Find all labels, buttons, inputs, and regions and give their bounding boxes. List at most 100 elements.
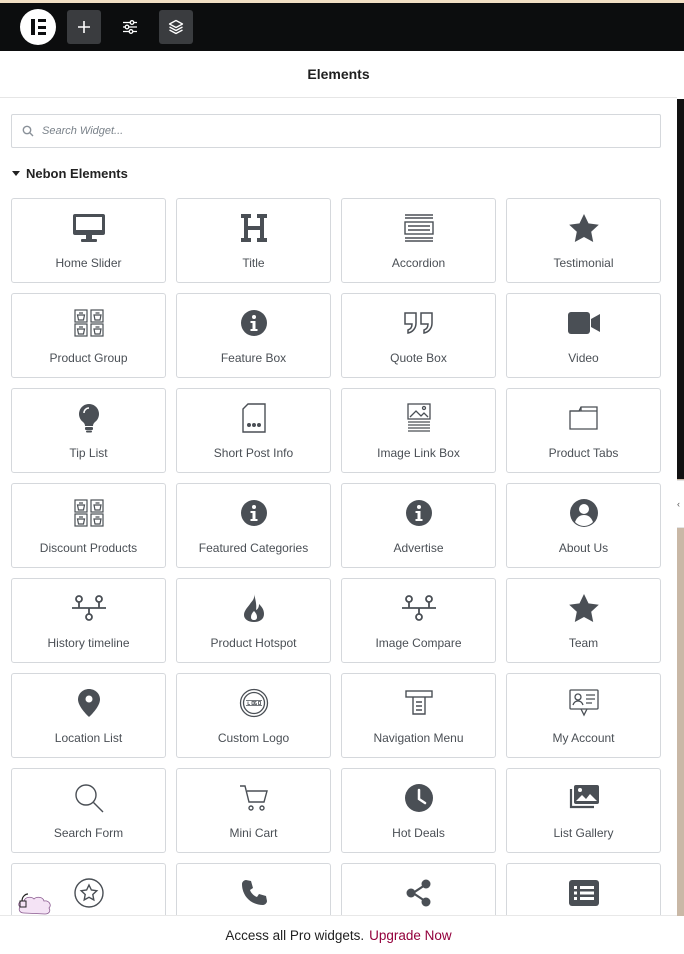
site-settings-button[interactable] — [113, 10, 147, 44]
widget-tile-custom-logo[interactable]: Custom Logo — [176, 673, 331, 758]
category-header-nebon[interactable]: Nebon Elements — [12, 166, 128, 181]
account-card-icon — [568, 689, 599, 717]
sliders-icon — [123, 20, 137, 34]
widget-label: Feature Box — [220, 351, 287, 365]
widget-label: List Gallery — [553, 826, 614, 840]
fire-icon — [243, 594, 264, 622]
widget-tile-advertise[interactable]: Advertise — [341, 483, 496, 568]
magnifier-icon — [74, 784, 103, 813]
products-icon — [73, 309, 104, 337]
widget-label: Discount Products — [39, 541, 138, 555]
elements-panel: Elements Nebon Elements Home Slider Titl… — [0, 51, 677, 954]
structure-button[interactable] — [159, 10, 193, 44]
widget-label: Hot Deals — [392, 826, 445, 840]
widget-label: Navigation Menu — [373, 731, 464, 745]
widget-tile-quote-box[interactable]: Quote Box — [341, 293, 496, 378]
accordion-icon — [403, 214, 434, 242]
star-icon — [568, 594, 599, 622]
widget-tile-history-timeline[interactable]: History timeline — [11, 578, 166, 663]
panel-title: Elements — [0, 51, 677, 98]
search-input[interactable] — [42, 125, 642, 137]
widget-tile-feature-box[interactable]: Feature Box — [176, 293, 331, 378]
widget-tile-navigation-menu[interactable]: Navigation Menu — [341, 673, 496, 758]
widget-tile-discount-products[interactable]: Discount Products — [11, 483, 166, 568]
widget-tile-image-link-box[interactable]: Image Link Box — [341, 388, 496, 473]
widget-tile-product-tabs[interactable]: Product Tabs — [506, 388, 661, 473]
widget-tile-product-hotspot[interactable]: Product Hotspot — [176, 578, 331, 663]
widget-tile-product-group[interactable]: Product Group — [11, 293, 166, 378]
image-box-icon — [406, 403, 431, 432]
timeline-icon — [401, 595, 436, 621]
widget-tile-accordion[interactable]: Accordion — [341, 198, 496, 283]
plus-icon — [78, 21, 90, 33]
widget-tile-my-account[interactable]: My Account — [506, 673, 661, 758]
widget-label: Product Tabs — [548, 446, 619, 460]
gallery-icon — [569, 785, 599, 809]
nav-menu-icon — [404, 690, 433, 715]
chevron-left-icon: ‹ — [677, 499, 680, 509]
widget-label: Featured Categories — [198, 541, 309, 555]
widget-label: Mini Cart — [229, 826, 278, 840]
widget-tile-image-compare[interactable]: Image Compare — [341, 578, 496, 663]
widget-tile-video[interactable]: Video — [506, 293, 661, 378]
share-icon — [406, 879, 430, 907]
timeline-icon — [71, 595, 106, 621]
widget-tile-short-post-info[interactable]: Short Post Info — [176, 388, 331, 473]
promo-text: Access all Pro widgets. — [225, 927, 365, 943]
quote-icon — [403, 312, 433, 334]
info-circle-icon — [405, 500, 432, 526]
editor-top-bar — [0, 3, 684, 51]
widget-label: Home Slider — [55, 256, 122, 270]
pro-promo-bar: Access all Pro widgets. Upgrade Now — [0, 915, 677, 954]
list-icon — [568, 880, 599, 906]
cart-icon — [239, 785, 268, 811]
widget-label: Quote Box — [390, 351, 447, 365]
widget-label: Title — [242, 256, 265, 270]
widget-label: History timeline — [47, 636, 130, 650]
widget-label: Image Link Box — [377, 446, 460, 460]
widget-tile-testimonial[interactable]: Testimonial — [506, 198, 661, 283]
widget-tile-team[interactable]: Team — [506, 578, 661, 663]
widget-tile-featured-categories[interactable]: Featured Categories — [176, 483, 331, 568]
star-icon — [568, 214, 599, 242]
widget-label: Location List — [54, 731, 123, 745]
heading-icon — [240, 214, 267, 242]
layers-icon — [168, 19, 184, 35]
search-icon — [22, 125, 34, 137]
chat-widget-icon[interactable] — [14, 885, 94, 915]
elementor-logo-icon[interactable] — [20, 9, 56, 45]
add-element-button[interactable] — [67, 10, 101, 44]
widget-label: Search Form — [53, 826, 124, 840]
upgrade-now-link[interactable]: Upgrade Now — [369, 928, 452, 943]
map-pin-icon — [77, 689, 100, 717]
info-circle-icon — [240, 500, 267, 526]
widget-label: Testimonial — [553, 256, 614, 270]
widget-label: About Us — [558, 541, 609, 555]
widget-tile-title[interactable]: Title — [176, 198, 331, 283]
post-info-icon — [241, 403, 266, 433]
widget-label: Short Post Info — [213, 446, 294, 460]
widget-tile-hot-deals[interactable]: Hot Deals — [341, 768, 496, 853]
clock-icon — [404, 784, 433, 812]
products-icon — [73, 499, 104, 527]
widget-label: My Account — [552, 731, 615, 745]
lightbulb-icon — [78, 404, 99, 433]
widget-tile-home-slider[interactable]: Home Slider — [11, 198, 166, 283]
widget-tile-location-list[interactable]: Location List — [11, 673, 166, 758]
desktop-icon — [72, 214, 105, 242]
search-widget-field[interactable] — [11, 114, 661, 148]
widget-tile-mini-cart[interactable]: Mini Cart — [176, 768, 331, 853]
caret-down-icon — [12, 171, 20, 176]
widget-tile-tip-list[interactable]: Tip List — [11, 388, 166, 473]
user-circle-icon — [569, 499, 598, 527]
info-circle-icon — [240, 310, 267, 336]
widget-label: Product Group — [49, 351, 128, 365]
widget-tile-about-us[interactable]: About Us — [506, 483, 661, 568]
folder-tab-icon — [568, 406, 598, 430]
phone-icon — [241, 880, 267, 905]
widget-label: Tip List — [69, 446, 108, 460]
widget-tile-list-gallery[interactable]: List Gallery — [506, 768, 661, 853]
category-title: Nebon Elements — [26, 166, 128, 181]
widget-label: Team — [568, 636, 599, 650]
widget-tile-search-form[interactable]: Search Form — [11, 768, 166, 853]
